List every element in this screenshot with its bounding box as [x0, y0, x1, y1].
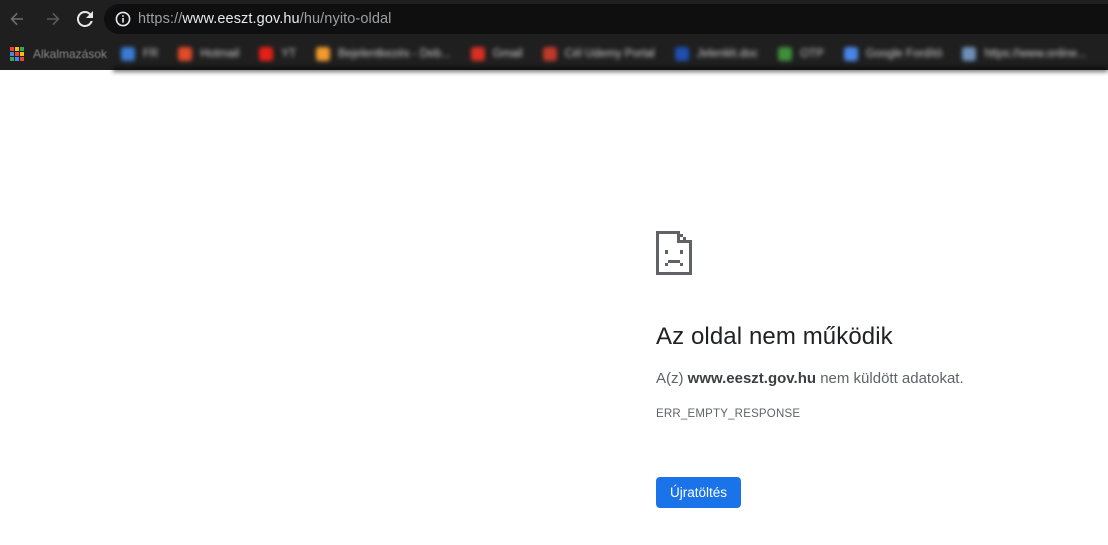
reload-icon — [77, 10, 93, 27]
bookmark-label: FR — [143, 47, 159, 60]
bookmark-item[interactable]: Google Fordító — [843, 46, 943, 61]
error-content: Az oldal nem működik A(z) www.eeszt.gov.… — [656, 231, 1096, 508]
bookmark-item[interactable]: FR — [121, 46, 159, 61]
bookmark-item[interactable]: Jelenlét.doc — [674, 46, 759, 61]
info-icon[interactable] — [115, 11, 131, 27]
error-description: A(z) www.eeszt.gov.hu nem küldött adatok… — [656, 370, 964, 387]
bookmark-label: Cél Udemy Portal — [564, 47, 655, 60]
error-desc-suffix: nem küldött adatokat. — [816, 370, 964, 387]
url-path: /hu/nyito-oldal — [299, 11, 392, 27]
url-host: www.eeszt.gov.hu — [182, 11, 300, 27]
bookmark-label: Hotmail — [200, 47, 240, 60]
error-title: Az oldal nem működik — [656, 323, 893, 350]
apps-shortcut[interactable]: Alkalmazások — [10, 37, 107, 70]
bookmarks-shadow — [113, 67, 1108, 72]
bookmark-item[interactable]: Hotmail — [178, 46, 240, 61]
bookmark-favicon-icon — [316, 46, 331, 61]
bookmark-list: FR Hotmail YT Bejelentkezés - Deb... Gmail Cé… — [121, 46, 1107, 61]
bookmark-label: Gmail — [492, 47, 523, 60]
bookmark-label: Google Fordító — [865, 47, 943, 60]
bookmark-label: YT — [281, 47, 297, 60]
apps-grid-icon — [10, 46, 24, 61]
bookmark-item[interactable]: Gmail — [470, 46, 523, 61]
bookmark-item[interactable]: OTP — [778, 46, 824, 61]
bookmark-item[interactable]: YT — [259, 46, 297, 61]
bookmark-label: Bejelentkezés - Deb... — [338, 47, 451, 60]
bookmark-favicon-icon — [178, 46, 193, 61]
bookmark-favicon-icon — [121, 46, 136, 61]
bookmark-label: https://www.online... — [984, 47, 1087, 60]
browser-toolbar: https://www.eeszt.gov.hu/hu/nyito-oldal — [0, 0, 1108, 37]
error-desc-host: www.eeszt.gov.hu — [687, 370, 817, 387]
bookmark-item[interactable]: https://www.online... — [962, 46, 1087, 61]
bookmark-favicon-icon — [542, 46, 557, 61]
url-text[interactable]: https://www.eeszt.gov.hu/hu/nyito-oldal — [138, 11, 392, 27]
url-scheme: https:// — [138, 11, 183, 27]
bookmark-label: Jelenlét.doc — [696, 47, 759, 60]
bookmark-favicon-icon — [259, 46, 274, 61]
bookmark-favicon-icon — [843, 46, 858, 61]
bookmark-favicon-icon — [470, 46, 485, 61]
bookmark-favicon-icon — [962, 46, 977, 61]
apps-label: Alkalmazások — [33, 46, 108, 61]
back-button[interactable] — [4, 6, 30, 32]
bookmarks-bar: Alkalmazások FR Hotmail YT Bejelentkezés - … — [0, 37, 1108, 70]
bookmark-favicon-icon — [674, 46, 689, 61]
sad-page-icon — [656, 231, 1096, 275]
bookmark-item[interactable]: Cél Udemy Portal — [542, 46, 655, 61]
error-code: ERR_EMPTY_RESPONSE — [656, 408, 801, 420]
bookmark-item[interactable]: Bejelentkezés - Deb... — [316, 46, 451, 61]
bookmark-label: OTP — [800, 47, 824, 60]
forward-button[interactable] — [40, 6, 66, 32]
reload-button[interactable] — [72, 6, 98, 32]
reload-page-button[interactable]: Újratöltés — [656, 477, 742, 508]
arrow-right-icon — [45, 11, 61, 27]
arrow-left-icon — [9, 11, 25, 27]
error-desc-prefix: A(z) — [656, 370, 688, 387]
bookmark-favicon-icon — [778, 46, 793, 61]
address-bar[interactable]: https://www.eeszt.gov.hu/hu/nyito-oldal — [104, 4, 1108, 34]
